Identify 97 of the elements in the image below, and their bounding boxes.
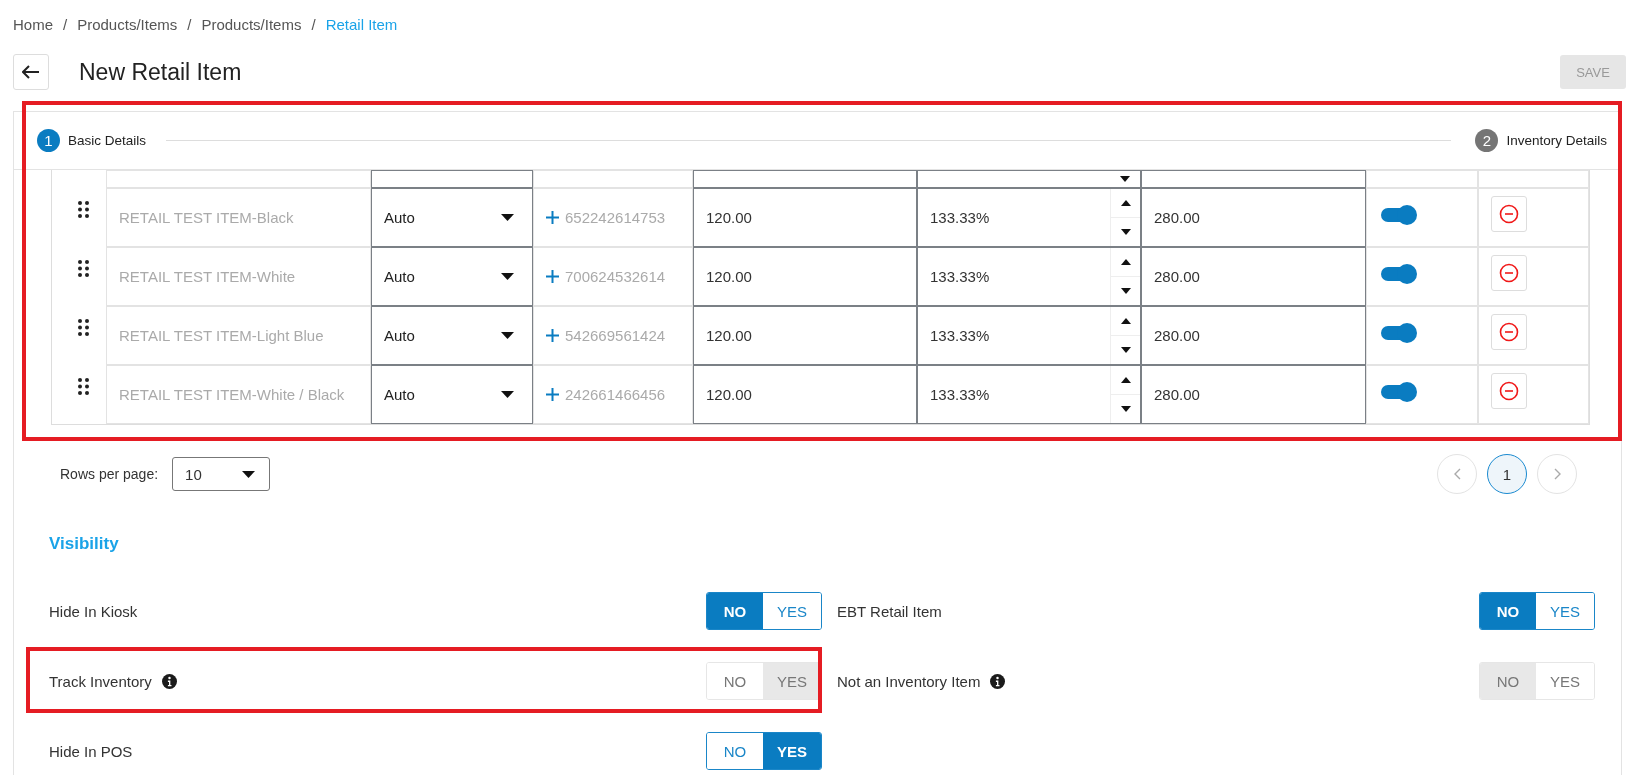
chevron-left-icon [1453, 468, 1461, 480]
variant-name: RETAIL TEST ITEM-Black [119, 209, 294, 226]
caret-up-icon [1120, 377, 1131, 383]
variant-name: RETAIL TEST ITEM-White / Black [119, 386, 345, 403]
yes-no-toggle[interactable]: NO YES [1479, 592, 1595, 630]
caret-down-icon [501, 273, 514, 280]
minus-circle-icon [1499, 263, 1519, 283]
variant-name: RETAIL TEST ITEM-White [119, 268, 296, 285]
breadcrumb-separator: / [187, 15, 192, 33]
breadcrumb-separator: / [63, 15, 68, 33]
back-button[interactable] [13, 54, 49, 90]
caret-up-icon [1120, 318, 1131, 324]
cost-field[interactable]: 120.00 [693, 247, 917, 306]
cost-field[interactable]: 120.00 [693, 365, 917, 424]
caret-up-icon [1120, 259, 1131, 265]
breadcrumb-separator: / [311, 15, 316, 33]
caret-down-icon [501, 332, 514, 339]
yes-no-toggle[interactable]: NO YES [706, 592, 822, 630]
step-label[interactable]: Inventory Details [1506, 133, 1607, 148]
drag-handle-icon[interactable] [77, 201, 89, 218]
cost-field[interactable]: 120.00 [693, 188, 917, 247]
markup-value: 133.33% [930, 327, 990, 344]
select-value: Auto [384, 209, 415, 226]
caret-down-icon [501, 214, 514, 221]
markup-value: 133.33% [930, 209, 990, 226]
select-value: Auto [384, 386, 415, 403]
remove-button[interactable] [1491, 373, 1527, 409]
rows-per-page-label: Rows per page: [60, 466, 159, 482]
setting-label: Track Inventory [49, 672, 152, 690]
markup-field[interactable]: 133.33% [917, 188, 1141, 247]
markup-value: 133.33% [930, 386, 990, 403]
section-heading: Visibility [48, 533, 120, 555]
caret-down-icon [1120, 406, 1131, 412]
markup-field[interactable]: 133.33% [917, 306, 1141, 365]
caret-down-icon [1120, 229, 1131, 235]
plus-icon[interactable] [546, 211, 559, 224]
breadcrumb-link[interactable]: Products/Items [77, 15, 178, 33]
toggle-switch[interactable] [1381, 207, 1415, 222]
remove-button[interactable] [1491, 255, 1527, 291]
breadcrumb-link[interactable]: Home [13, 15, 53, 33]
rows-per-page-select[interactable]: 10 [172, 457, 271, 491]
price-field[interactable]: 280.00 [1141, 188, 1366, 247]
barcode-text: 242661466456 [565, 386, 666, 403]
plus-icon[interactable] [546, 329, 559, 342]
toggle-option[interactable]: NO [1480, 593, 1536, 629]
variant-name: RETAIL TEST ITEM-Light Blue [119, 327, 324, 344]
select-value: 10 [185, 465, 202, 483]
drag-handle-icon[interactable] [77, 378, 89, 395]
caret-down-icon [1120, 176, 1130, 182]
caret-down-icon [1120, 347, 1131, 353]
yes-no-toggle[interactable]: NO YES [706, 732, 822, 770]
plus-icon[interactable] [546, 388, 559, 401]
price-field[interactable]: 280.00 [1141, 365, 1366, 424]
page-title: New Retail Item [79, 58, 242, 86]
caret-up-icon [1120, 200, 1131, 206]
toggle-switch[interactable] [1381, 266, 1415, 281]
back-arrow-icon [22, 65, 40, 79]
toggle-option[interactable]: YES [763, 733, 821, 769]
breadcrumb-link[interactable]: Products/Items [201, 15, 302, 33]
toggle-switch[interactable] [1381, 325, 1415, 340]
chevron-right-icon [1553, 468, 1561, 480]
setting-label: EBT Retail Item [837, 602, 942, 620]
type-select[interactable]: Auto [371, 306, 533, 365]
remove-button[interactable] [1491, 196, 1527, 232]
drag-handle-icon[interactable] [77, 319, 89, 336]
minus-circle-icon [1499, 322, 1519, 342]
type-select[interactable]: Auto [371, 365, 533, 424]
remove-button[interactable] [1491, 314, 1527, 350]
minus-circle-icon [1499, 204, 1519, 224]
select-value: Auto [384, 327, 415, 344]
step-number: 2 [1475, 129, 1499, 152]
type-select[interactable]: Auto [371, 247, 533, 306]
price-field[interactable]: 280.00 [1141, 306, 1366, 365]
price-field[interactable]: 280.00 [1141, 247, 1366, 306]
markup-field[interactable]: 133.33% [917, 365, 1141, 424]
cost-field[interactable]: 120.00 [693, 306, 917, 365]
markup-value: 133.33% [930, 268, 990, 285]
barcode-text: 700624532614 [565, 268, 666, 285]
minus-circle-icon [1499, 381, 1519, 401]
barcode-text: 542669561424 [565, 327, 666, 344]
plus-icon[interactable] [546, 270, 559, 283]
barcode-text: 652242614753 [565, 209, 666, 226]
setting-label: Hide In Kiosk [49, 602, 138, 620]
setting-label: Not an Inventory Item [837, 672, 981, 690]
drag-handle-icon[interactable] [77, 260, 89, 277]
caret-down-icon [501, 391, 514, 398]
type-select[interactable]: Auto [371, 188, 533, 247]
step-label[interactable]: Basic Details [68, 133, 147, 148]
select-value: Auto [384, 268, 415, 285]
toggle-switch[interactable] [1381, 384, 1415, 399]
caret-down-icon [1120, 288, 1131, 294]
caret-down-icon [242, 470, 256, 478]
setting-label: Hide In POS [49, 742, 133, 760]
step-number: 1 [37, 129, 60, 152]
markup-field[interactable]: 133.33% [917, 247, 1141, 306]
toggle-option[interactable]: NO [707, 593, 763, 629]
page-button[interactable]: 1 [1487, 454, 1527, 494]
